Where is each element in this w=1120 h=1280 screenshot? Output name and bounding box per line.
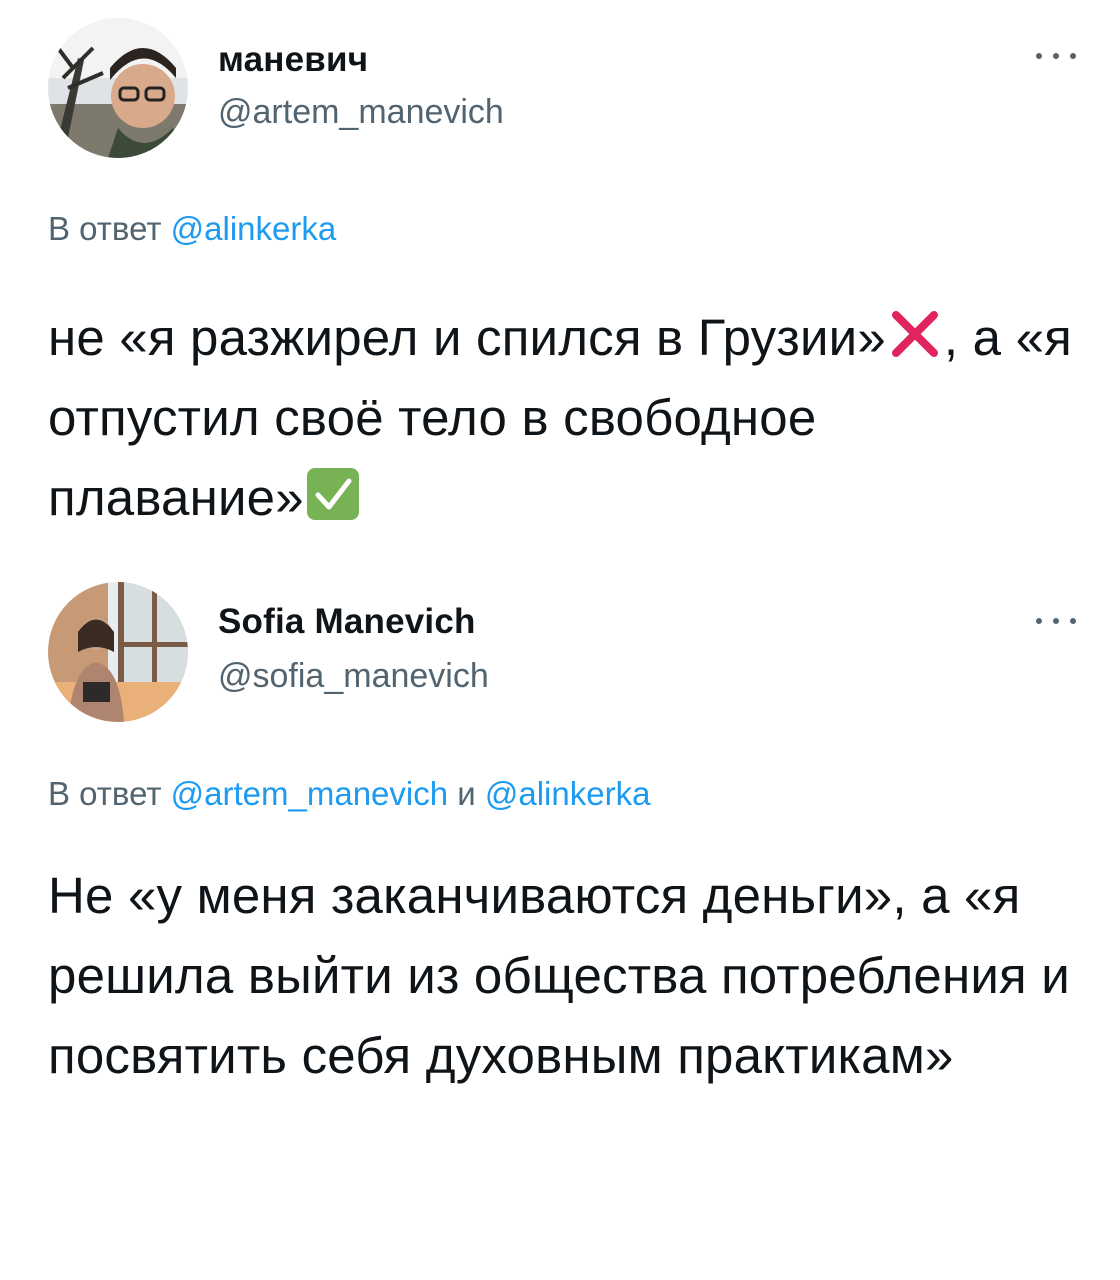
more-horizontal-icon	[1036, 618, 1042, 624]
display-name[interactable]: Sofia Manevich	[218, 602, 476, 642]
tweet-text-part: не «я разжирел и спился в Грузии»	[48, 309, 886, 366]
avatar[interactable]	[48, 18, 188, 158]
tweet-text: не «я разжирел и спился в Грузии», а «я …	[48, 298, 1078, 538]
check-mark-button-emoji-icon	[304, 465, 362, 523]
reply-context: В ответ @artem_manevich и @alinkerka	[48, 775, 650, 813]
avatar[interactable]	[48, 582, 188, 722]
user-handle[interactable]: @sofia_manevich	[218, 657, 489, 696]
reply-joiner: и	[457, 775, 476, 812]
reply-mention-link[interactable]: @alinkerka	[171, 210, 337, 247]
user-handle[interactable]: @artem_manevich	[218, 93, 504, 132]
more-options-button[interactable]	[1036, 48, 1076, 64]
more-icon-dot	[1053, 618, 1059, 624]
reply-context: В ответ @alinkerka	[48, 210, 336, 248]
reply-prefix: В ответ	[48, 775, 162, 812]
tweet-text: Не «у меня заканчиваются деньги», а «я р…	[48, 867, 1070, 1084]
more-icon-dot	[1070, 53, 1076, 59]
display-name[interactable]: маневич	[218, 40, 368, 80]
more-icon-dot	[1053, 53, 1059, 59]
reply-prefix: В ответ	[48, 210, 162, 247]
reply-mention-link[interactable]: @artem_manevich	[171, 775, 448, 812]
more-horizontal-icon	[1036, 53, 1042, 59]
reply-mention-link[interactable]: @alinkerka	[485, 775, 651, 812]
more-options-button[interactable]	[1036, 613, 1076, 629]
more-icon-dot	[1070, 618, 1076, 624]
cross-mark-emoji-icon	[886, 305, 944, 363]
